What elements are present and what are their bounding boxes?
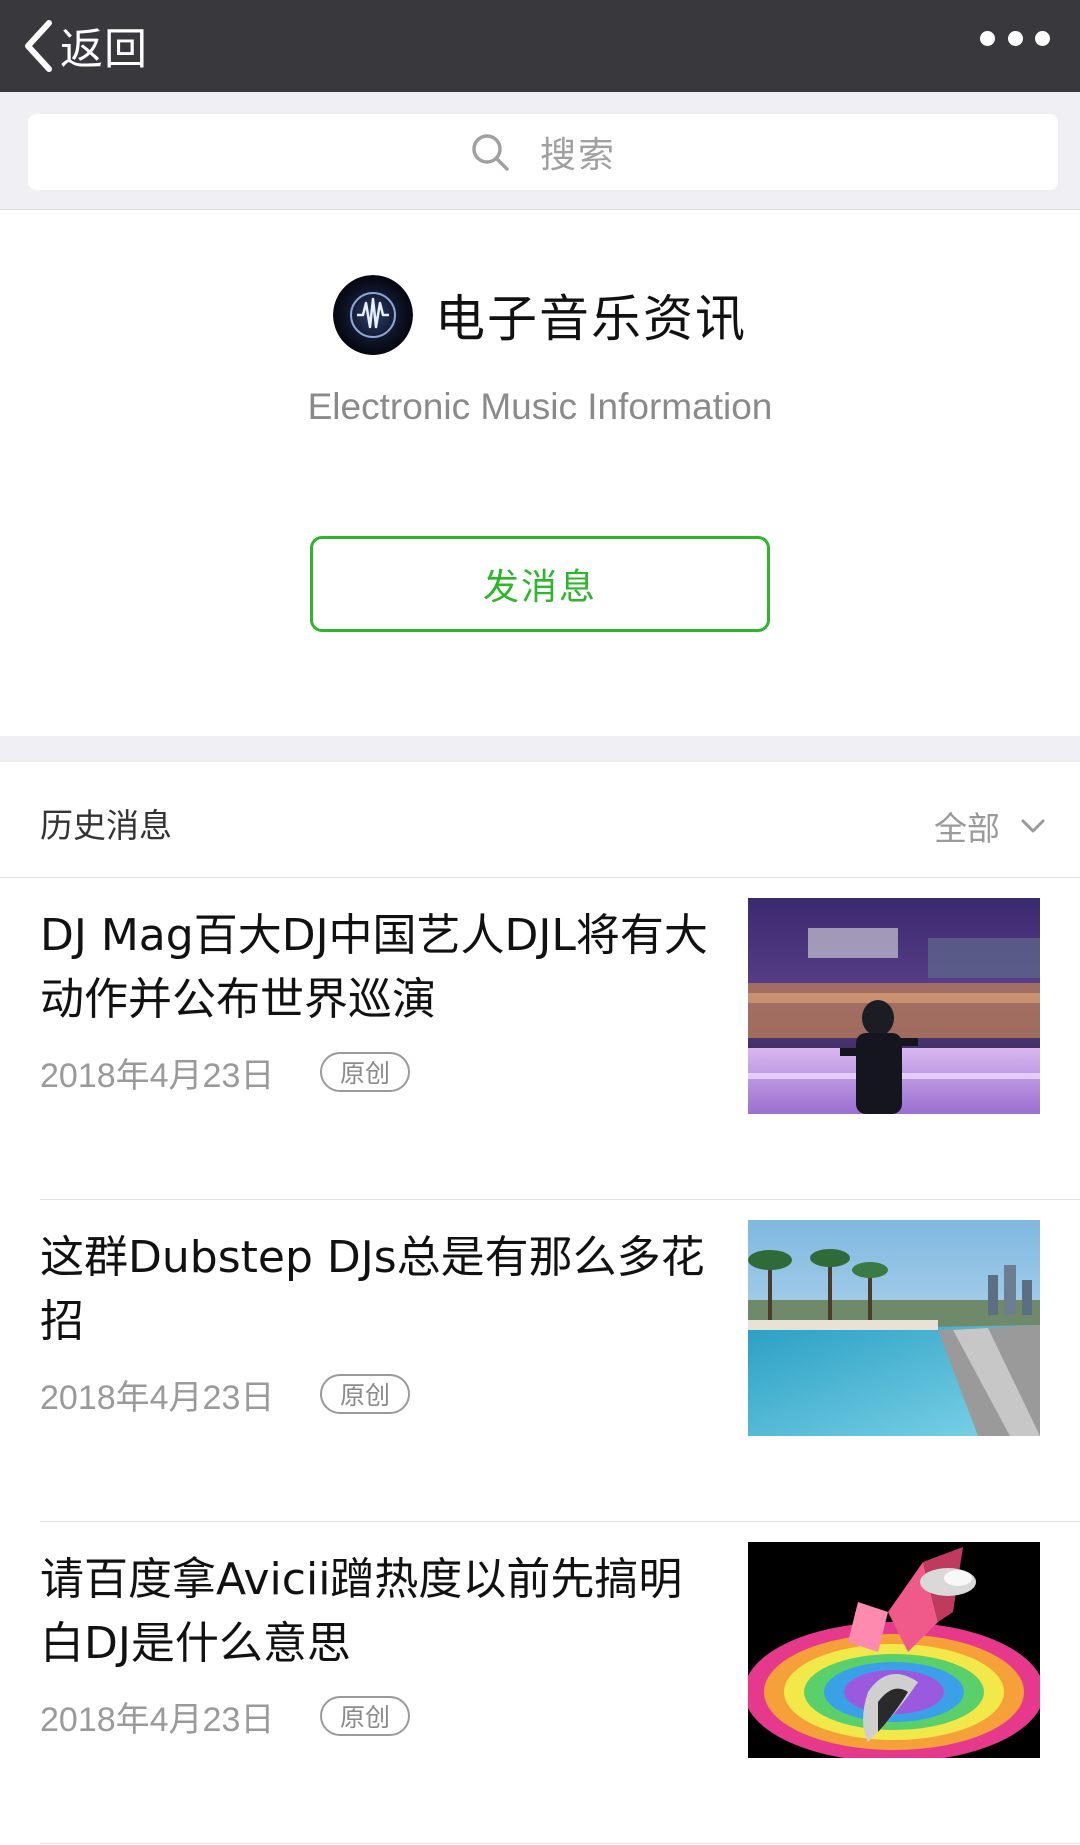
send-message-button[interactable]: 发消息 xyxy=(310,536,770,632)
row-divider xyxy=(40,1843,1080,1844)
search-placeholder: 搜索 xyxy=(539,135,616,176)
section-divider xyxy=(0,736,1080,762)
filter-label: 全部 xyxy=(934,809,1000,848)
history-filter-dropdown[interactable]: 全部 xyxy=(934,762,1046,890)
history-title: 历史消息 xyxy=(40,806,172,845)
article-thumbnail xyxy=(748,1220,1040,1436)
back-label: 返回 xyxy=(60,25,148,75)
top-nav-bar: 返回 xyxy=(0,0,1080,92)
history-header: 历史消息 全部 xyxy=(0,762,1080,878)
avatar[interactable] xyxy=(333,275,413,355)
article-thumbnail xyxy=(748,1542,1040,1758)
account-name-row: 电子音乐资讯 xyxy=(0,274,1080,356)
more-dot-icon xyxy=(980,30,995,46)
article-title: 请百度拿Avicii蹭热度以前先搞明白DJ是什么意思 xyxy=(40,1554,683,1669)
search-band: 搜索 xyxy=(0,92,1080,210)
article-title: 这群Dubstep DJs总是有那么多花招 xyxy=(40,1232,705,1347)
chevron-left-icon xyxy=(25,20,52,72)
more-dot-icon xyxy=(1035,30,1050,46)
article-date: 2018年4月23日 xyxy=(40,1379,275,1417)
article-item[interactable]: 请百度拿Avicii蹭热度以前先搞明白DJ是什么意思 2018年4月23日 原创 xyxy=(0,1522,1080,1844)
more-options-button[interactable] xyxy=(980,0,1050,76)
search-icon xyxy=(472,134,509,171)
chevron-down-icon xyxy=(1021,819,1045,833)
account-description: Electronic Music Information xyxy=(307,386,773,427)
article-item[interactable]: 这群Dubstep DJs总是有那么多花招 2018年4月23日 原创 xyxy=(0,1200,1080,1522)
article-date: 2018年4月23日 xyxy=(40,1701,275,1739)
search-input[interactable]: 搜索 xyxy=(28,114,1058,190)
original-badge: 原创 xyxy=(320,1696,410,1736)
article-title: DJ Mag百大DJ中国艺人DJL将有大动作并公布世界巡演 xyxy=(40,910,708,1025)
article-item[interactable]: DJ Mag百大DJ中国艺人DJL将有大动作并公布世界巡演 2018年4月23日… xyxy=(0,878,1080,1200)
original-badge: 原创 xyxy=(320,1052,410,1092)
account-profile: 电子音乐资讯 Electronic Music Information 发消息 xyxy=(0,210,1080,736)
more-dot-icon xyxy=(1007,30,1023,46)
original-badge: 原创 xyxy=(320,1374,410,1414)
article-thumbnail xyxy=(748,898,1040,1114)
back-button[interactable]: 返回 xyxy=(22,0,148,92)
account-name: 电子音乐资讯 xyxy=(435,290,747,348)
article-date: 2018年4月23日 xyxy=(40,1057,275,1095)
